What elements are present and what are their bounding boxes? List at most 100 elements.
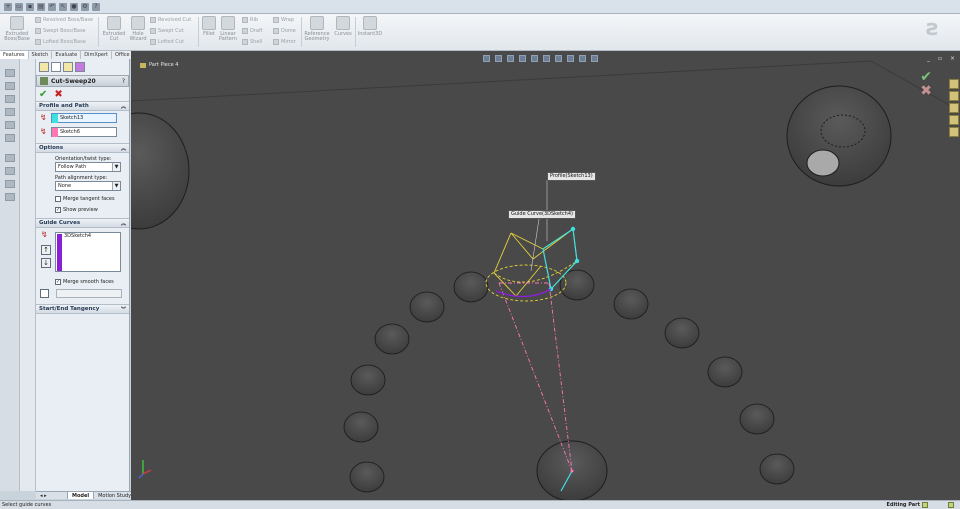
feature-tool-icon[interactable] (5, 180, 15, 188)
configuration-manager-icon[interactable] (63, 62, 73, 72)
property-manager-icon[interactable] (51, 62, 61, 72)
tab-features[interactable]: Features (0, 51, 29, 59)
large-hole[interactable] (131, 112, 190, 230)
document-window-controls[interactable]: _ ▫ × (927, 55, 958, 62)
rebuild-status-icon[interactable] (922, 502, 928, 508)
dome-button[interactable]: Dome (273, 28, 296, 34)
show-sections-icon[interactable] (40, 289, 49, 298)
move-down-button[interactable]: ↓ (41, 258, 51, 268)
resources-icon[interactable] (949, 79, 959, 89)
reference-geometry-button[interactable]: Reference Geometry (303, 16, 331, 42)
feature-tool-icon[interactable] (5, 82, 15, 90)
start-end-tangency-header[interactable]: Start/End Tangency ︾ (36, 304, 129, 314)
rebuild-icon[interactable]: ● (70, 2, 78, 11)
merge-tangent-checkbox[interactable] (55, 195, 61, 202)
section-spinner[interactable] (56, 289, 122, 298)
ok-button[interactable]: ✔ (39, 89, 47, 100)
merge-tangent-checkbox-row[interactable]: Merge tangent faces (36, 193, 129, 204)
guide-curve-callout[interactable]: Guide Curve(3DSketch4) (508, 210, 576, 219)
mirror-button[interactable]: Mirror (273, 39, 296, 45)
help-status-icon[interactable] (948, 502, 954, 508)
apply-scene-icon[interactable] (579, 55, 586, 62)
select-icon[interactable]: ↖ (59, 2, 67, 11)
guide-curves-header[interactable]: Guide Curves ︽ (36, 218, 129, 228)
feature-tool-icon[interactable] (5, 95, 15, 103)
linear-pattern-button[interactable]: Linear Pattern (218, 16, 238, 42)
feature-tree-flyout[interactable]: Part Piece 4 (140, 62, 178, 68)
tab-evaluate[interactable]: Evaluate (52, 51, 82, 59)
feature-manager-icon[interactable] (39, 62, 49, 72)
zoom-to-fit-icon[interactable] (483, 55, 490, 62)
manager-tabs (36, 59, 129, 75)
feature-tool-icon[interactable] (5, 193, 15, 201)
curves-button[interactable]: Curves (333, 16, 353, 37)
lofted-boss-button[interactable]: Lofted Boss/Base (35, 39, 86, 45)
tab-model[interactable]: Model (68, 492, 95, 499)
lofted-cut-button[interactable]: Lofted Cut (150, 39, 184, 45)
instant3d-button[interactable]: Instant3D (357, 16, 383, 37)
fillet-button[interactable]: Fillet (201, 16, 217, 37)
feature-tool-icon[interactable] (5, 108, 15, 116)
view-orientation-icon[interactable] (531, 55, 538, 62)
merge-smooth-checkbox-row[interactable]: ✓ Merge smooth faces (36, 276, 129, 287)
confirm-cancel-icon[interactable]: ✖ (920, 83, 932, 99)
open-icon[interactable]: ▭ (15, 2, 23, 11)
profile-selection-box[interactable]: Sketch13 (51, 113, 117, 123)
view-palette-icon[interactable] (949, 115, 959, 125)
rib-button[interactable]: Rib (242, 17, 258, 23)
path-alignment-select[interactable]: None ▼ (55, 181, 121, 191)
view-settings-icon[interactable] (591, 55, 598, 62)
cancel-button[interactable]: ✖ (54, 89, 62, 100)
tab-sketch[interactable]: Sketch (28, 51, 53, 59)
merge-smooth-checkbox[interactable]: ✓ (55, 278, 61, 285)
wrap-button[interactable]: Wrap (273, 17, 294, 23)
feature-tool-icon[interactable] (5, 167, 15, 175)
options-header[interactable]: Options ︽ (36, 143, 129, 153)
profile-callout[interactable]: Profile(Sketch13) (547, 172, 596, 181)
graphics-viewport[interactable]: Part Piece 4 Profile(Sketch13) Guide Cur… (131, 51, 960, 500)
undo-icon[interactable]: ↶ (48, 2, 56, 11)
edit-appearance-icon[interactable] (567, 55, 574, 62)
swept-cut-button[interactable]: Swept Cut (150, 28, 184, 34)
reference-triad-icon (138, 460, 152, 479)
extruded-cut-button[interactable]: Extruded Cut (101, 16, 127, 42)
feature-tool-icon[interactable] (5, 154, 15, 162)
move-up-button[interactable]: ↑ (41, 245, 51, 255)
nav-arrows[interactable]: ◂ ▸ (36, 492, 68, 499)
feature-tool-icon[interactable] (5, 69, 15, 77)
hide-show-items-icon[interactable] (555, 55, 562, 62)
orientation-select[interactable]: Follow Path ▼ (55, 162, 121, 172)
revolved-boss-button[interactable]: Revolved Boss/Base (35, 17, 93, 23)
revolved-cut-button[interactable]: Revolved Cut (150, 17, 191, 23)
options-icon[interactable]: ⚙ (81, 2, 89, 11)
display-style-icon[interactable] (543, 55, 550, 62)
draft-icon (242, 28, 248, 34)
display-manager-icon[interactable] (75, 62, 85, 72)
section-view-icon[interactable] (519, 55, 526, 62)
save-icon[interactable]: ▪ (26, 2, 34, 11)
appearances-icon[interactable] (949, 127, 959, 137)
design-library-icon[interactable] (949, 91, 959, 101)
path-selection-box[interactable]: Sketch6 (51, 127, 117, 137)
show-preview-checkbox-row[interactable]: ✓ Show preview (36, 204, 129, 215)
help-button[interactable]: ? (122, 78, 125, 85)
profile-path-header[interactable]: Profile and Path ︽ (36, 101, 129, 111)
help-icon[interactable]: ? (92, 2, 100, 11)
show-preview-checkbox[interactable]: ✓ (55, 206, 61, 213)
shell-button[interactable]: Shell (242, 39, 262, 45)
extruded-boss-button[interactable]: Extruded Boss/Base (4, 16, 30, 42)
swept-boss-button[interactable]: Swept Boss/Base (35, 28, 86, 34)
guide-curves-list[interactable]: 3DSketch4 (55, 232, 121, 272)
zoom-to-area-icon[interactable] (495, 55, 502, 62)
feature-tool-icon[interactable] (5, 121, 15, 129)
draft-button[interactable]: Draft (242, 28, 263, 34)
feature-tool-icon[interactable] (5, 134, 15, 142)
new-icon[interactable]: + (4, 2, 12, 11)
tab-dimxpert[interactable]: DimXpert (81, 51, 113, 59)
previous-view-icon[interactable] (507, 55, 514, 62)
hole-wizard-button[interactable]: Hole Wizard (128, 16, 148, 42)
guide-curve-item[interactable]: 3DSketch4 (64, 233, 91, 239)
print-icon[interactable]: ▤ (37, 2, 45, 11)
boss-feature[interactable] (786, 85, 892, 187)
file-explorer-icon[interactable] (949, 103, 959, 113)
